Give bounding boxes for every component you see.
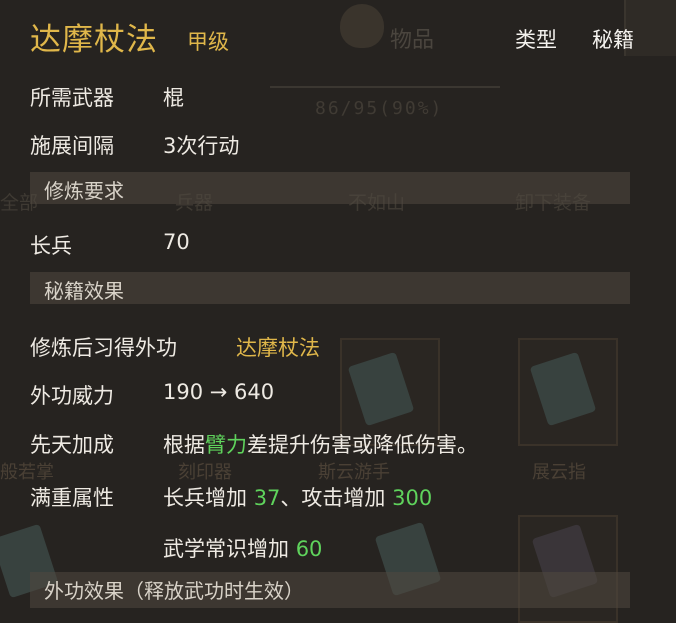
capacity-bar	[270, 86, 500, 88]
learn-label: 修炼后习得外功	[30, 336, 177, 360]
type-value: 秘籍	[592, 28, 634, 52]
external-section-header: 外功效果（释放武功时生效）	[30, 572, 630, 608]
power-value: 190 → 640	[163, 380, 275, 404]
learn-value: 达摩杖法	[236, 336, 320, 360]
power-label: 外功威力	[30, 384, 114, 408]
section-title: 修炼要求	[44, 179, 124, 203]
bag-icon	[340, 4, 384, 48]
innate-attribute: 臂力	[205, 433, 247, 457]
bonus-separator: 、	[280, 486, 302, 510]
requirement-value: 70	[163, 230, 190, 254]
section-title: 秘籍效果	[44, 279, 124, 303]
full-weight-label: 满重属性	[30, 486, 114, 510]
section-title: 外功效果（释放武功时生效）	[44, 579, 304, 603]
innate-text: 根据臂力差提升伤害或降低伤害。	[163, 429, 478, 459]
bonus-text: 攻击增加	[301, 486, 386, 510]
innate-pre: 根据	[163, 433, 205, 457]
bonus-value: 37	[253, 486, 281, 510]
interval-value: 3次行动	[163, 134, 240, 158]
type-label: 类型	[515, 28, 557, 52]
skill-title: 达摩杖法	[30, 22, 158, 58]
weapon-label: 所需武器	[30, 86, 114, 110]
innate-post: 差提升伤害或降低伤害。	[247, 433, 478, 457]
bonus-value: 300	[392, 486, 433, 510]
book-name: 刻印器	[178, 462, 232, 483]
book-name: 展云指	[532, 462, 586, 483]
capacity-text: 86/95(90%)	[315, 98, 444, 119]
weapon-value: 棍	[163, 86, 184, 110]
book-name: 般若掌	[0, 462, 54, 483]
interval-label: 施展间隔	[30, 134, 114, 158]
skill-grade: 甲级	[187, 30, 229, 54]
training-section-header: 修炼要求	[30, 172, 630, 204]
requirement-label: 长兵	[30, 234, 72, 258]
full-weight-line-2: 武学常识增加 60	[163, 533, 322, 563]
bonus-value: 60	[295, 537, 323, 561]
full-weight-line-1: 长兵增加 37、攻击增加 300	[163, 482, 432, 512]
book-name: 斯云游手	[318, 462, 390, 483]
bonus-text: 长兵增加	[163, 486, 247, 510]
innate-label: 先天加成	[30, 433, 114, 457]
bonus-text: 武学常识增加	[163, 537, 289, 561]
effects-section-header: 秘籍效果	[30, 272, 630, 304]
inventory-tab[interactable]: 物品	[390, 22, 434, 54]
